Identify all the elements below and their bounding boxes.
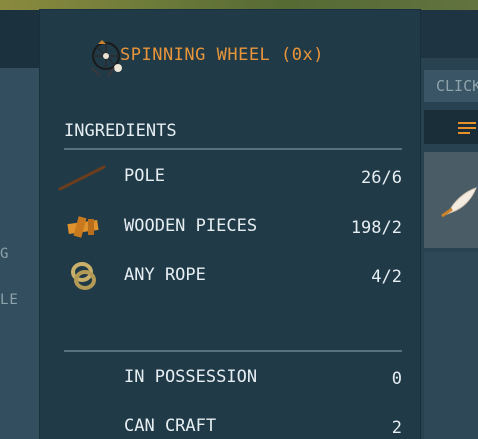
possession-value: 0	[391, 369, 402, 389]
filter-button[interactable]	[424, 110, 478, 144]
ingredients-heading: INGREDIENTS	[64, 121, 177, 141]
left-panel-text-2: LE	[0, 292, 19, 308]
left-panel-header	[0, 10, 40, 68]
ingredient-name: ANY ROPE	[124, 265, 206, 285]
right-panel-header	[420, 10, 478, 58]
ingredient-amount: 26/6	[361, 168, 402, 188]
inventory-item-slot[interactable]	[424, 152, 478, 248]
ingredient-amount: 4/2	[371, 267, 402, 287]
ingredient-name: WOODEN PIECES	[124, 216, 258, 236]
recipe-title: SPINNING WHEEL (0x)	[120, 45, 324, 65]
can-craft-label: CAN CRAFT	[124, 416, 217, 436]
ingredient-name: POLE	[124, 166, 165, 186]
click-button[interactable]: CLICK	[424, 70, 478, 102]
right-panel-lower	[424, 252, 478, 439]
menu-lines-icon	[458, 122, 476, 137]
wooden-pieces-icon	[67, 216, 99, 238]
possession-label: IN POSSESSION	[124, 367, 258, 387]
rope-icon	[71, 262, 96, 290]
ingredient-amount: 198/2	[350, 218, 402, 238]
can-craft-value: 2	[391, 418, 402, 438]
pole-icon	[58, 165, 106, 191]
summary-divider	[64, 350, 402, 352]
left-panel-text-1: G	[0, 246, 10, 262]
feather-icon	[441, 187, 477, 218]
ingredients-divider	[64, 148, 402, 150]
